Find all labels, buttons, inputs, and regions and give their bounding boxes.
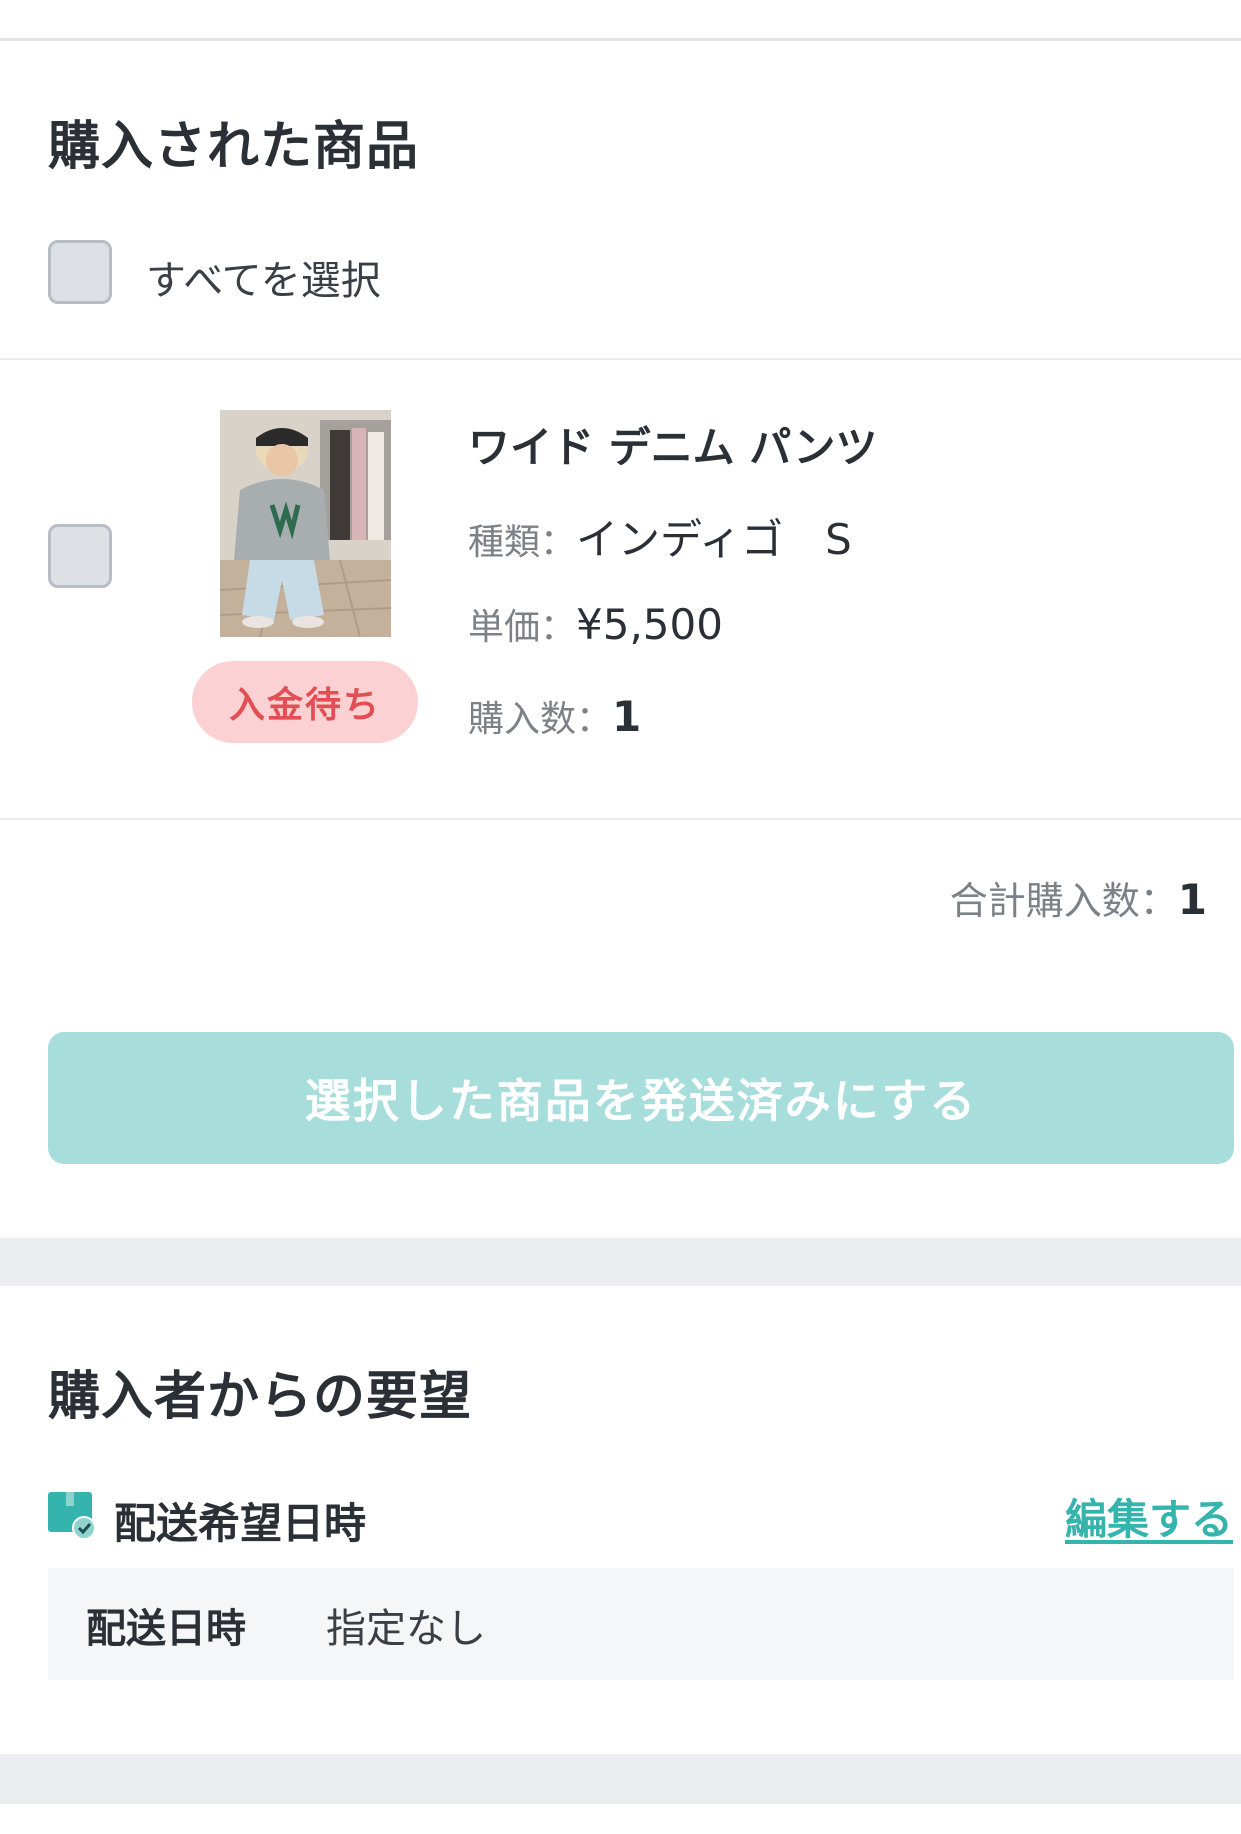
total-quantity-label: 合計購入数：	[949, 879, 1178, 923]
product-quantity-label: 購入数：	[468, 699, 613, 740]
item-checkbox[interactable]	[48, 524, 112, 588]
total-quantity-value: 1	[1177, 875, 1207, 924]
payment-pending-badge: 入金待ち	[192, 661, 418, 743]
total-quantity: 合計購入数：1	[950, 870, 1207, 925]
select-all-label[interactable]: すべてを選択	[146, 248, 381, 306]
buyer-requests-heading: 購入者からの要望	[48, 1367, 473, 1427]
top-divider	[0, 38, 1241, 41]
section-separator	[0, 1238, 1241, 1286]
item-divider	[0, 818, 1241, 820]
section-divider	[0, 358, 1241, 360]
select-all-checkbox[interactable]	[48, 240, 112, 304]
product-price-value: ¥5,500	[576, 600, 723, 649]
product-type-value: インディゴ S	[576, 515, 852, 564]
purchased-items-heading: 購入された商品	[48, 117, 420, 177]
edit-link[interactable]: 編集する	[1065, 1486, 1233, 1547]
product-photo-icon	[220, 410, 391, 637]
product-thumbnail[interactable]	[220, 410, 391, 637]
product-price-label: 単価：	[468, 607, 577, 648]
mark-shipped-button[interactable]: 選択した商品を発送済みにする	[48, 1032, 1234, 1164]
product-quantity: 購入数：1	[468, 690, 641, 742]
delivery-box-check-icon	[48, 1492, 96, 1540]
product-type: 種類：インディゴ S	[468, 506, 852, 567]
product-price: 単価：¥5,500	[468, 598, 723, 650]
delivery-preference-label: 配送希望日時	[114, 1499, 367, 1548]
product-quantity-value: 1	[612, 692, 642, 741]
delivery-datetime-value: 指定なし	[326, 1606, 486, 1652]
product-name[interactable]: ワイド デニム パンツ	[468, 414, 877, 475]
delivery-datetime-key: 配送日時	[86, 1606, 246, 1652]
product-type-label: 種類：	[468, 522, 577, 563]
bottom-separator	[0, 1754, 1241, 1804]
